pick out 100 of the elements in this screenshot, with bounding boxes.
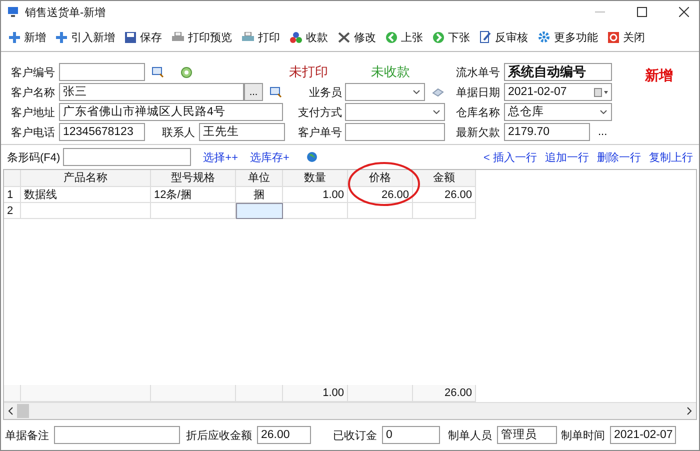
customer-order-field[interactable]: [345, 123, 445, 141]
field-label: 客户单号: [297, 126, 342, 140]
field-label: 支付方式: [297, 106, 342, 120]
total-cell: 1.00: [283, 385, 348, 402]
horizontal-scrollbar[interactable]: [4, 402, 696, 419]
barcode-label: 条形码(F4): [7, 150, 60, 164]
toolbar-button[interactable]: 收款: [288, 28, 330, 46]
toolbar-button[interactable]: 打印预览: [170, 28, 234, 46]
field-label: 客户名称: [11, 86, 56, 100]
serial-number-field[interactable]: 系统自动编号: [504, 63, 612, 81]
table-cell[interactable]: 12条/捆: [151, 187, 236, 203]
row-number: 2: [4, 203, 21, 219]
plus-icon: [56, 32, 67, 42]
toolbar-button[interactable]: 保存: [123, 28, 164, 46]
customer-code-field[interactable]: [59, 63, 145, 81]
column-header[interactable]: 价格: [348, 170, 413, 187]
warehouse-dropdown[interactable]: 总仓库: [504, 103, 612, 121]
field-label: 最新欠款: [456, 126, 501, 140]
date-picker[interactable]: 2021-02-07: [504, 83, 612, 101]
table-cell[interactable]: 数据线: [21, 187, 151, 203]
field-label: 已收订金: [333, 428, 377, 442]
maximize-icon[interactable]: [637, 7, 647, 17]
caret-icon: [413, 90, 420, 94]
payment-status: 未收款: [371, 63, 410, 81]
field-label: 客户编号: [11, 66, 56, 80]
mode-label: 新增: [645, 67, 673, 85]
toolbar-button[interactable]: 修改: [336, 28, 378, 46]
toolbar-button[interactable]: 引入新增: [54, 28, 117, 46]
footer-field[interactable]: [54, 426, 180, 444]
field-label: 流水单号: [456, 66, 501, 80]
select-link[interactable]: 选择++: [203, 150, 238, 164]
header-cell: [4, 170, 21, 187]
printer-icon: [242, 32, 254, 42]
payment-method-dropdown[interactable]: [345, 103, 445, 121]
select-link[interactable]: 选库存+: [250, 150, 290, 164]
table-cell[interactable]: 26.00: [348, 187, 413, 203]
plus-icon: [9, 32, 20, 42]
left-arrow-icon: [386, 32, 397, 42]
field-label: 客户地址: [11, 106, 56, 120]
calendar-icon[interactable]: [594, 88, 608, 97]
contact-field[interactable]: 王先生: [199, 123, 285, 141]
toolbar-button[interactable]: 下张: [431, 28, 472, 46]
toolbar-button[interactable]: 打印: [240, 28, 282, 46]
toolbar-button[interactable]: 上张: [384, 28, 425, 46]
total-cell: [236, 385, 283, 402]
row-action-link[interactable]: 复制上行: [649, 150, 693, 164]
browse-button[interactable]: ...: [244, 83, 263, 101]
toolbar-button[interactable]: 反审核: [478, 28, 530, 46]
printer-icon: [172, 32, 184, 42]
toolbar-button[interactable]: 新增: [7, 28, 48, 46]
footer-field[interactable]: 0: [382, 426, 440, 444]
caret-icon: [433, 110, 440, 114]
total-cell: 26.00: [413, 385, 476, 402]
column-header[interactable]: 产品名称: [21, 170, 151, 187]
field-label: 制单人员: [448, 428, 492, 442]
gear-icon: [538, 31, 550, 43]
customer-name-field[interactable]: 张三: [59, 83, 244, 101]
column-header[interactable]: 金额: [413, 170, 476, 187]
print-status: 未打印: [289, 63, 328, 81]
phone-field[interactable]: 12345678123: [59, 123, 145, 141]
toolbar-button[interactable]: 关闭: [606, 28, 647, 46]
field-label: 单据日期: [456, 86, 501, 100]
row-action-link[interactable]: 追加一行: [545, 150, 589, 164]
close-icon[interactable]: [679, 7, 689, 17]
globe-icon[interactable]: [307, 152, 318, 162]
footer-field[interactable]: 管理员: [497, 426, 557, 444]
address-field[interactable]: 广东省佛山市禅城区人民路4号: [59, 103, 283, 121]
window-title: 销售送货单-新增: [25, 6, 106, 20]
table-cell[interactable]: 1.00: [283, 187, 348, 203]
table-cell[interactable]: 26.00: [413, 187, 476, 203]
row-action-link[interactable]: 删除一行: [597, 150, 641, 164]
field-label: 仓库名称: [456, 106, 501, 120]
barcode-field[interactable]: [63, 148, 192, 166]
circle-icon[interactable]: [181, 66, 192, 78]
scrollbar-thumb[interactable]: [17, 404, 29, 418]
app-icon: [7, 6, 19, 18]
total-cell: [4, 385, 21, 402]
field-label: 客户电话: [11, 126, 56, 140]
right-arrow-icon: [433, 32, 444, 42]
more-button[interactable]: ...: [598, 126, 608, 138]
field-label: 制单时间: [561, 428, 605, 442]
toolbar-button[interactable]: 更多功能: [536, 28, 600, 46]
footer-field[interactable]: 26.00: [257, 426, 311, 444]
latest-debt-field[interactable]: 2179.70: [504, 123, 590, 141]
row-number: 1: [4, 187, 21, 203]
column-header[interactable]: 数量: [283, 170, 348, 187]
column-header[interactable]: 型号规格: [151, 170, 236, 187]
salesperson-dropdown[interactable]: [345, 83, 425, 101]
field-label: 折后应收金额: [186, 428, 252, 442]
table-cell[interactable]: [236, 203, 283, 219]
caret-icon: [600, 110, 607, 114]
search-icon[interactable]: [270, 86, 282, 98]
column-header[interactable]: 单位: [236, 170, 283, 187]
footer-field[interactable]: 2021-02-07: [610, 426, 676, 444]
document-pen-icon: [480, 31, 491, 43]
field-label: 联系人: [162, 126, 196, 140]
field-label: 单据备注: [5, 428, 49, 442]
row-action-link[interactable]: < 插入一行: [484, 150, 537, 164]
search-icon[interactable]: [152, 66, 164, 78]
field-label: 业务员: [308, 86, 342, 100]
